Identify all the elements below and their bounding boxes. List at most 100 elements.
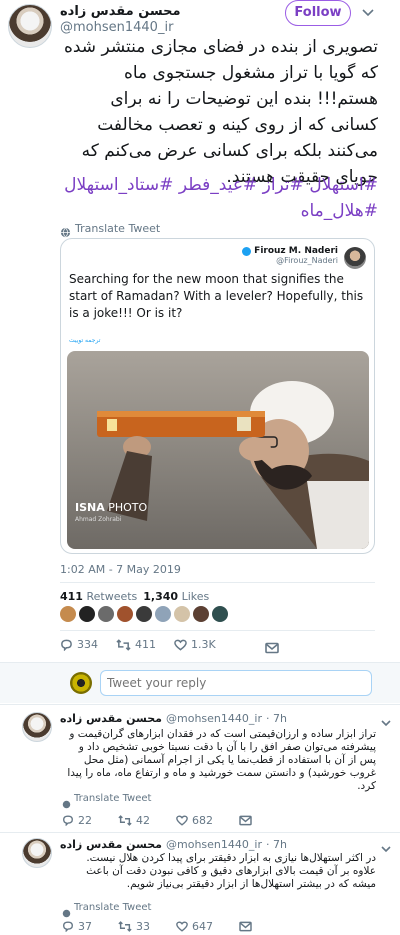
divider [60, 582, 375, 583]
chevron-down-icon[interactable] [380, 840, 392, 853]
isna-brand: ISNA [75, 501, 105, 514]
retweet-icon [118, 815, 132, 826]
liker-avatar[interactable] [212, 606, 228, 622]
mail-icon[interactable] [239, 815, 252, 826]
isna-brand-suffix: PHOTO [108, 501, 148, 514]
likes-count: 1,340 [143, 590, 179, 603]
main-author-name[interactable]: محسن مقدس زاده [60, 4, 190, 19]
reply-time[interactable]: · 7h [266, 838, 287, 851]
tweet-timestamp[interactable]: 1:02 AM - 7 May 2019 [60, 563, 181, 576]
retweet-button[interactable]: 42 [118, 814, 150, 827]
engagement-stats: 411 Retweets 1,340 Likes [60, 590, 209, 603]
divider [0, 832, 400, 833]
reply-icon [63, 921, 73, 932]
mail-icon[interactable] [265, 639, 279, 654]
translate-tweet-label: Translate Tweet [74, 793, 152, 804]
reply-button[interactable]: 37 [62, 920, 92, 933]
retweets-count: 411 [60, 590, 83, 603]
reply-icon [63, 815, 73, 826]
isna-photo-watermark: ISNA PHOTO [75, 501, 147, 514]
follow-button[interactable]: Follow [285, 0, 351, 26]
divider [0, 704, 400, 705]
main-tweet-hashtags[interactable]: #استهلال #تراز #عید_فطر #ستاد_استهلال #ه… [58, 172, 378, 224]
liker-avatar[interactable] [98, 606, 114, 622]
image-credit: Ahmad Zohrabi [75, 516, 122, 523]
liker-avatars [60, 606, 228, 622]
quoted-tweet-text: Searching for the new moon that signifie… [69, 272, 364, 320]
quoted-tweet-photo[interactable]: ISNA PHOTO Ahmad Zohrabi [67, 351, 369, 549]
reply-input[interactable] [100, 670, 372, 696]
reply-count: 334 [77, 638, 98, 651]
translate-tweet-label: Translate Tweet [74, 902, 152, 913]
chevron-down-icon[interactable] [380, 714, 392, 727]
retweet-count: 42 [136, 814, 150, 827]
like-count: 682 [192, 814, 213, 827]
retweets-label: Retweets [86, 590, 138, 603]
reply-header: محسن مقدس زاده @mohsen1440_ir · 7h [60, 712, 287, 725]
main-author-handle[interactable]: @mohsen1440_ir [60, 20, 173, 35]
globe-icon [62, 794, 71, 809]
main-tweet-text: تصویری از بنده در فضای مجازی منتشر شده ک… [63, 37, 378, 187]
quoted-author-block: Firouz M. Naderi @Firouz_Naderi [218, 246, 338, 265]
reply-time[interactable]: · 7h [266, 712, 287, 725]
retweets-stat[interactable]: 411 Retweets [60, 590, 137, 603]
like-button[interactable]: 1.3K [174, 638, 216, 651]
reply-author-avatar[interactable] [22, 712, 52, 742]
reply-author-handle[interactable]: @mohsen1440_ir [166, 838, 262, 851]
reply-author-avatar[interactable] [22, 838, 52, 868]
reply-header: محسن مقدس زاده @mohsen1440_ir · 7h [60, 838, 287, 851]
liker-avatar[interactable] [155, 606, 171, 622]
translate-tweet-label: Translate Tweet [75, 221, 161, 235]
liker-avatar[interactable] [193, 606, 209, 622]
main-author-avatar[interactable] [8, 4, 52, 48]
liker-avatar[interactable] [60, 606, 76, 622]
globe-icon [62, 903, 71, 918]
heart-icon [174, 639, 187, 651]
liker-avatar[interactable] [174, 606, 190, 622]
quoted-author-avatar[interactable] [344, 247, 366, 269]
reply-button[interactable]: 334 [60, 638, 98, 651]
reply-text: در اکثر استهلال‌ها نیازی به ابزار دقیقتر… [86, 852, 376, 890]
reply-count: 22 [78, 814, 92, 827]
heart-icon [176, 815, 188, 826]
like-button[interactable]: 682 [176, 814, 213, 827]
mail-icon[interactable] [239, 921, 252, 932]
reply-count: 37 [78, 920, 92, 933]
retweet-icon [118, 921, 132, 932]
main-action-bar: 334 411 1.3K [60, 638, 260, 651]
retweet-button[interactable]: 33 [118, 920, 150, 933]
reply-author-name[interactable]: محسن مقدس زاده [60, 838, 162, 851]
retweet-button[interactable]: 411 [116, 638, 156, 651]
reply-text: تراز ابزار ساده و ارزان‌قیمتی است که در … [67, 728, 376, 792]
translate-tweet-link[interactable]: Translate Tweet [60, 220, 161, 237]
like-button[interactable]: 647 [176, 920, 213, 933]
chevron-down-icon[interactable] [360, 4, 376, 20]
retweet-icon [116, 638, 131, 651]
verified-badge-icon [242, 246, 252, 256]
reply-action-bar: 22 42 682 [62, 814, 252, 827]
viewer-avatar [70, 672, 92, 694]
divider [60, 630, 375, 631]
translate-tweet-link[interactable]: Translate Tweet [62, 793, 152, 809]
heart-icon [176, 921, 188, 932]
like-count: 647 [192, 920, 213, 933]
quoted-author-handle: @Firouz_Naderi [276, 256, 338, 265]
translate-tweet-link[interactable]: Translate Tweet [62, 902, 152, 918]
liker-avatar[interactable] [136, 606, 152, 622]
likes-label: Likes [181, 590, 210, 603]
quoted-author-name: Firouz M. Naderi [254, 246, 338, 256]
quoted-translate-link[interactable]: ترجمه توییت [69, 337, 100, 344]
liker-avatar[interactable] [117, 606, 133, 622]
likes-stat[interactable]: 1,340 Likes [143, 590, 209, 603]
reply-author-name[interactable]: محسن مقدس زاده [60, 712, 162, 725]
retweet-count: 411 [135, 638, 156, 651]
globe-icon [60, 223, 71, 237]
reply-icon [61, 639, 72, 651]
liker-avatar[interactable] [79, 606, 95, 622]
reply-author-handle[interactable]: @mohsen1440_ir [166, 712, 262, 725]
quoted-tweet-card[interactable]: Firouz M. Naderi @Firouz_Naderi Searchin… [60, 238, 375, 554]
reply-button[interactable]: 22 [62, 814, 92, 827]
retweet-count: 33 [136, 920, 150, 933]
reply-action-bar: 37 33 647 [62, 920, 252, 933]
like-count: 1.3K [191, 638, 216, 651]
